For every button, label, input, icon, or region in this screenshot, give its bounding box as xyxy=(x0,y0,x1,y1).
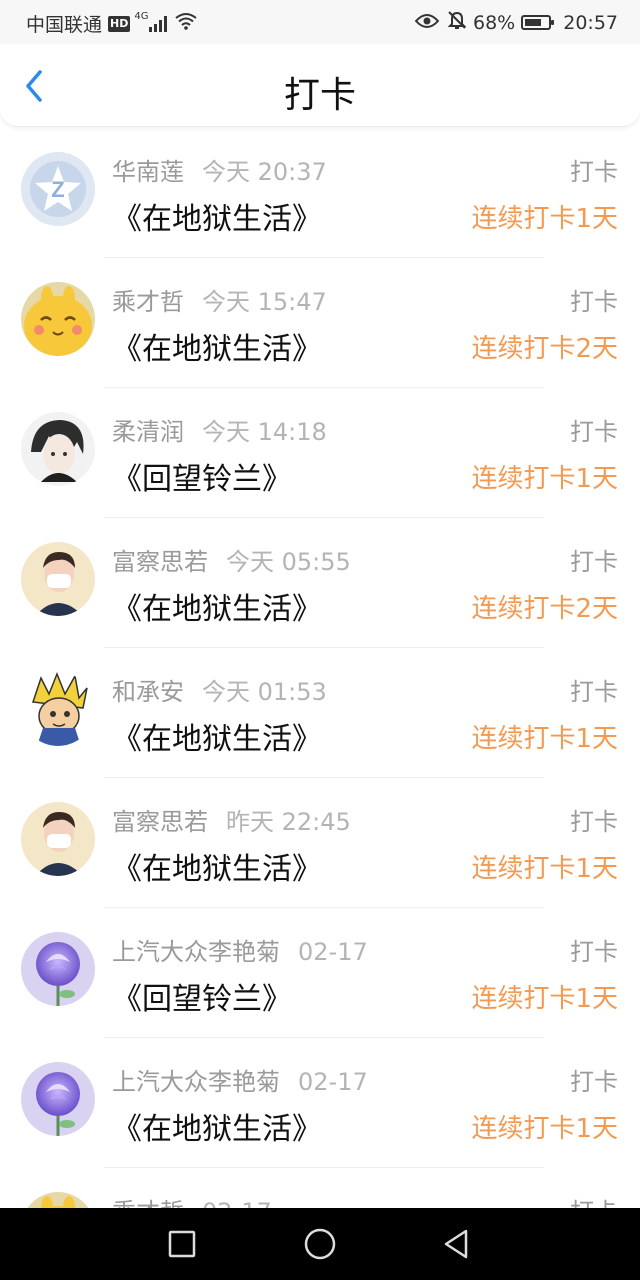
battery-icon xyxy=(521,15,555,30)
circle-home-icon[interactable] xyxy=(302,1226,338,1262)
book-title: 《回望铃兰》 xyxy=(112,982,292,1017)
list-item[interactable]: Z 华南莲 今天 20:37 《在地狱生活》 打卡连续打卡1天 xyxy=(0,128,640,258)
list-item[interactable]: 上汽大众李艳菊 02-17 《在地狱生活》 打卡连续打卡1天 xyxy=(0,1038,640,1168)
network-type-label: 4G xyxy=(134,11,149,22)
user-name: 上汽大众李艳菊 xyxy=(112,1068,280,1096)
user-name: 华南莲 xyxy=(112,158,184,186)
checkin-meta: 乘才哲 今天 15:47 xyxy=(112,282,327,317)
checkin-time: 今天 01:53 xyxy=(202,678,327,706)
user-name: 柔清润 xyxy=(112,418,184,446)
streak-label: 连续打卡1天 xyxy=(471,984,618,1014)
checkin-meta: 乘才哲 02-17 xyxy=(112,1192,272,1208)
book-title: 《回望铃兰》 xyxy=(112,462,292,497)
list-item[interactable]: 乘才哲 今天 15:47 《在地狱生活》 打卡连续打卡2天 xyxy=(0,258,640,388)
checkin-time: 02-17 xyxy=(202,1198,272,1208)
streak-label: 连续打卡1天 xyxy=(471,1114,618,1144)
triangle-back-icon[interactable] xyxy=(438,1226,474,1262)
streak-label: 连续打卡1天 xyxy=(471,854,618,884)
streak-label: 连续打卡2天 xyxy=(471,334,618,364)
user-name: 上汽大众李艳菊 xyxy=(112,938,280,966)
checkin-time: 02-17 xyxy=(298,1068,368,1096)
checkin-type-label: 打卡 xyxy=(570,158,618,186)
avatar[interactable]: Z xyxy=(21,152,95,226)
checkin-meta: 富察思若 昨天 22:45 xyxy=(112,802,351,837)
signal-icon xyxy=(149,15,169,32)
list-item[interactable]: 富察思若 今天 05:55 《在地狱生活》 打卡连续打卡2天 xyxy=(0,518,640,648)
user-name: 富察思若 xyxy=(112,808,208,836)
avatar[interactable] xyxy=(21,1192,95,1208)
streak-label: 连续打卡1天 xyxy=(471,724,618,754)
list-item[interactable]: 富察思若 昨天 22:45 《在地狱生活》 打卡连续打卡1天 xyxy=(0,778,640,908)
clock: 20:57 xyxy=(563,11,618,34)
checkin-time: 今天 15:47 xyxy=(202,288,327,316)
battery-percent: 68% xyxy=(473,11,516,34)
list-item[interactable]: 上汽大众李艳菊 02-17 《回望铃兰》 打卡 连续打卡1天 xyxy=(0,908,640,1038)
checkin-list: Z 华南莲 今天 20:37 《在地狱生活》 打卡 连续打卡1天 乘才哲 今天 15:47 《在… xyxy=(0,128,640,1208)
avatar[interactable] xyxy=(21,932,95,1006)
avatar[interactable] xyxy=(21,1062,95,1136)
avatar[interactable] xyxy=(21,542,95,616)
system-navigation-bar xyxy=(0,1208,640,1280)
checkin-time: 昨天 22:45 xyxy=(226,808,351,836)
checkin-time: 今天 14:18 xyxy=(202,418,327,446)
status-bar: 中国联通 HD 4G 68% 20:57 xyxy=(0,0,640,44)
checkin-type-label: 打卡 xyxy=(570,1192,618,1208)
checkin-type-label: 打卡 xyxy=(570,678,618,706)
checkin-meta: 华南莲 今天 20:37 xyxy=(112,152,327,187)
book-title: 《在地狱生活》 xyxy=(112,332,322,367)
carrier-label: 中国联通 xyxy=(26,14,103,36)
avatar[interactable] xyxy=(21,802,95,876)
checkin-type-label: 打卡 xyxy=(570,548,618,576)
eye-icon xyxy=(414,12,440,34)
checkin-type-label: 打卡 xyxy=(570,938,618,966)
checkin-meta: 上汽大众李艳菊 02-17 xyxy=(112,1062,368,1097)
wifi-icon xyxy=(175,12,198,35)
checkin-type-label: 打卡 xyxy=(570,288,618,316)
svg-text:Z: Z xyxy=(51,177,64,202)
book-title: 《在地狱生活》 xyxy=(112,852,322,887)
list-item[interactable]: 乘才哲 02-17 打卡 xyxy=(0,1168,640,1208)
streak-label: 连续打卡2天 xyxy=(471,594,618,624)
user-name: 乘才哲 xyxy=(112,288,184,316)
top-app-bar: 打卡 xyxy=(0,44,640,127)
checkin-meta: 和承安 今天 01:53 xyxy=(112,672,327,707)
checkin-time: 02-17 xyxy=(298,938,368,966)
checkin-meta: 柔清润 今天 14:18 xyxy=(112,412,327,447)
checkin-type-label: 打卡 xyxy=(570,418,618,446)
user-name: 富察思若 xyxy=(112,548,208,576)
list-item[interactable]: 柔清润 今天 14:18 《回望铃兰》 打卡连续打卡1天 xyxy=(0,388,640,518)
list-item[interactable]: 和承安 今天 01:53 《在地狱生活》 打卡连续打卡1天 xyxy=(0,648,640,778)
avatar[interactable] xyxy=(21,412,95,486)
checkin-type-label: 打卡 xyxy=(570,808,618,836)
checkin-time: 今天 05:55 xyxy=(226,548,351,576)
square-recent-icon[interactable] xyxy=(164,1226,200,1262)
book-title: 《在地狱生活》 xyxy=(112,1112,322,1147)
bell-off-icon xyxy=(447,10,467,35)
streak-label: 连续打卡1天 xyxy=(471,204,618,234)
streak-label: 连续打卡1天 xyxy=(471,464,618,494)
book-title: 《在地狱生活》 xyxy=(112,592,322,627)
avatar[interactable] xyxy=(21,672,95,746)
book-title: 《在地狱生活》 xyxy=(112,722,322,757)
checkin-type-label: 打卡 xyxy=(570,1068,618,1096)
checkin-time: 今天 20:37 xyxy=(202,158,327,186)
hd-icon: HD xyxy=(108,15,131,32)
user-name: 乘才哲 xyxy=(112,1198,184,1208)
avatar[interactable] xyxy=(21,282,95,356)
page-title: 打卡 xyxy=(283,75,356,116)
user-name: 和承安 xyxy=(112,678,184,706)
book-title: 《在地狱生活》 xyxy=(112,202,322,237)
checkin-meta: 上汽大众李艳菊 02-17 xyxy=(112,932,368,967)
checkin-meta: 富察思若 今天 05:55 xyxy=(112,542,351,577)
